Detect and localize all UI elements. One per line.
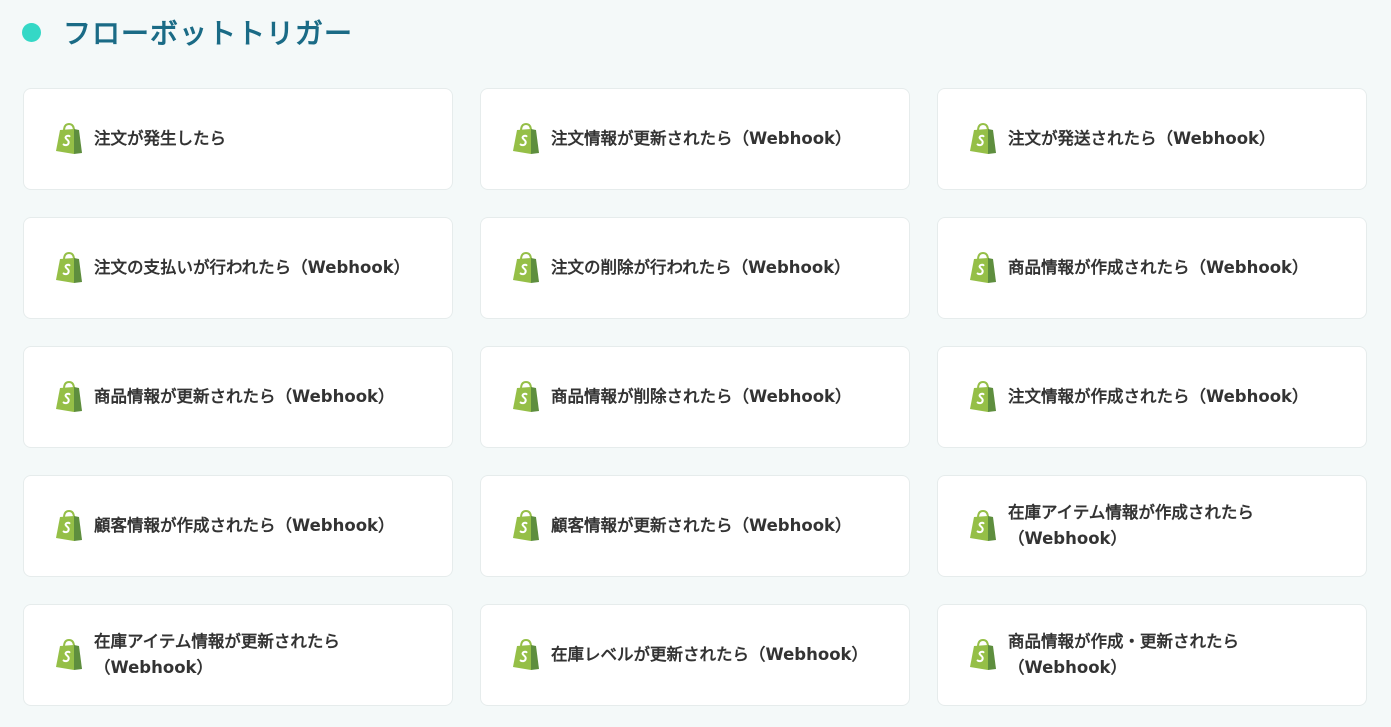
trigger-card[interactable]: 注文情報が作成されたら（Webhook） xyxy=(937,346,1367,448)
trigger-card[interactable]: 在庫アイテム情報が作成されたら（Webhook） xyxy=(937,475,1367,577)
shopify-icon xyxy=(55,381,83,413)
shopify-icon xyxy=(969,510,997,542)
trigger-card[interactable]: 商品情報が更新されたら（Webhook） xyxy=(23,346,453,448)
trigger-card[interactable]: 注文情報が更新されたら（Webhook） xyxy=(480,88,910,190)
shopify-icon xyxy=(512,123,540,155)
shopify-bag-graphic xyxy=(513,123,539,154)
trigger-label: 注文の支払いが行われたら（Webhook） xyxy=(94,258,411,277)
trigger-card[interactable]: 商品情報が作成されたら（Webhook） xyxy=(937,217,1367,319)
trigger-label: 注文が発生したら xyxy=(94,129,226,148)
shopify-bag-graphic xyxy=(56,252,82,283)
shopify-bag-graphic xyxy=(970,252,996,283)
bullet-dot-icon xyxy=(22,22,41,42)
shopify-icon xyxy=(969,252,997,284)
section-title: フローボットトリガー xyxy=(63,17,354,50)
shopify-icon xyxy=(512,510,540,542)
trigger-label: 注文情報が作成されたら（Webhook） xyxy=(1008,387,1309,406)
shopify-icon xyxy=(55,252,83,284)
shopify-bag-graphic xyxy=(56,510,82,541)
trigger-label: 在庫レベルが更新されたら（Webhook） xyxy=(551,645,869,664)
shopify-bag-graphic xyxy=(970,510,996,541)
trigger-card[interactable]: 注文が発生したら xyxy=(23,88,453,190)
shopify-icon xyxy=(512,381,540,413)
shopify-bag-graphic xyxy=(513,639,539,670)
trigger-label: 在庫アイテム情報が更新されたら（Webhook） xyxy=(94,632,340,677)
page: フローボットトリガー 注文が発生したら 注文情報が更新されたら（Webhook）… xyxy=(0,0,1391,727)
shopify-bag-graphic xyxy=(56,639,82,670)
trigger-label: 注文情報が更新されたら（Webhook） xyxy=(551,129,852,148)
trigger-label: 在庫アイテム情報が作成されたら（Webhook） xyxy=(1008,503,1254,548)
trigger-card[interactable]: 顧客情報が作成されたら（Webhook） xyxy=(23,475,453,577)
shopify-icon xyxy=(512,252,540,284)
shopify-bag-graphic xyxy=(513,510,539,541)
trigger-card[interactable]: 注文の支払いが行われたら（Webhook） xyxy=(23,217,453,319)
shopify-bag-graphic xyxy=(56,123,82,154)
trigger-label: 商品情報が作成・更新されたら（Webhook） xyxy=(1008,632,1239,677)
shopify-icon xyxy=(55,510,83,542)
section-header: フローボットトリガー xyxy=(22,12,353,52)
shopify-bag-graphic xyxy=(970,123,996,154)
shopify-bag-graphic xyxy=(513,252,539,283)
trigger-label: 注文が発送されたら（Webhook） xyxy=(1008,129,1276,148)
trigger-card[interactable]: 在庫レベルが更新されたら（Webhook） xyxy=(480,604,910,706)
trigger-card[interactable]: 商品情報が削除されたら（Webhook） xyxy=(480,346,910,448)
shopify-bag-graphic xyxy=(56,381,82,412)
shopify-bag-graphic xyxy=(513,381,539,412)
trigger-label: 商品情報が更新されたら（Webhook） xyxy=(94,387,395,406)
shopify-bag-graphic xyxy=(970,639,996,670)
trigger-card[interactable]: 顧客情報が更新されたら（Webhook） xyxy=(480,475,910,577)
trigger-card[interactable]: 注文の削除が行われたら（Webhook） xyxy=(480,217,910,319)
shopify-bag-graphic xyxy=(970,381,996,412)
shopify-icon xyxy=(55,639,83,671)
trigger-card[interactable]: 在庫アイテム情報が更新されたら（Webhook） xyxy=(23,604,453,706)
shopify-icon xyxy=(969,381,997,413)
shopify-icon xyxy=(512,639,540,671)
shopify-icon xyxy=(969,639,997,671)
trigger-label: 商品情報が作成されたら（Webhook） xyxy=(1008,258,1309,277)
shopify-icon xyxy=(969,123,997,155)
trigger-card[interactable]: 商品情報が作成・更新されたら（Webhook） xyxy=(937,604,1367,706)
trigger-label: 商品情報が削除されたら（Webhook） xyxy=(551,387,852,406)
trigger-label: 顧客情報が更新されたら（Webhook） xyxy=(551,516,852,535)
trigger-card[interactable]: 注文が発送されたら（Webhook） xyxy=(937,88,1367,190)
trigger-grid: 注文が発生したら 注文情報が更新されたら（Webhook） 注文が発送されたら（… xyxy=(23,88,1367,706)
shopify-icon xyxy=(55,123,83,155)
trigger-label: 注文の削除が行われたら（Webhook） xyxy=(551,258,851,277)
trigger-label: 顧客情報が作成されたら（Webhook） xyxy=(94,516,395,535)
